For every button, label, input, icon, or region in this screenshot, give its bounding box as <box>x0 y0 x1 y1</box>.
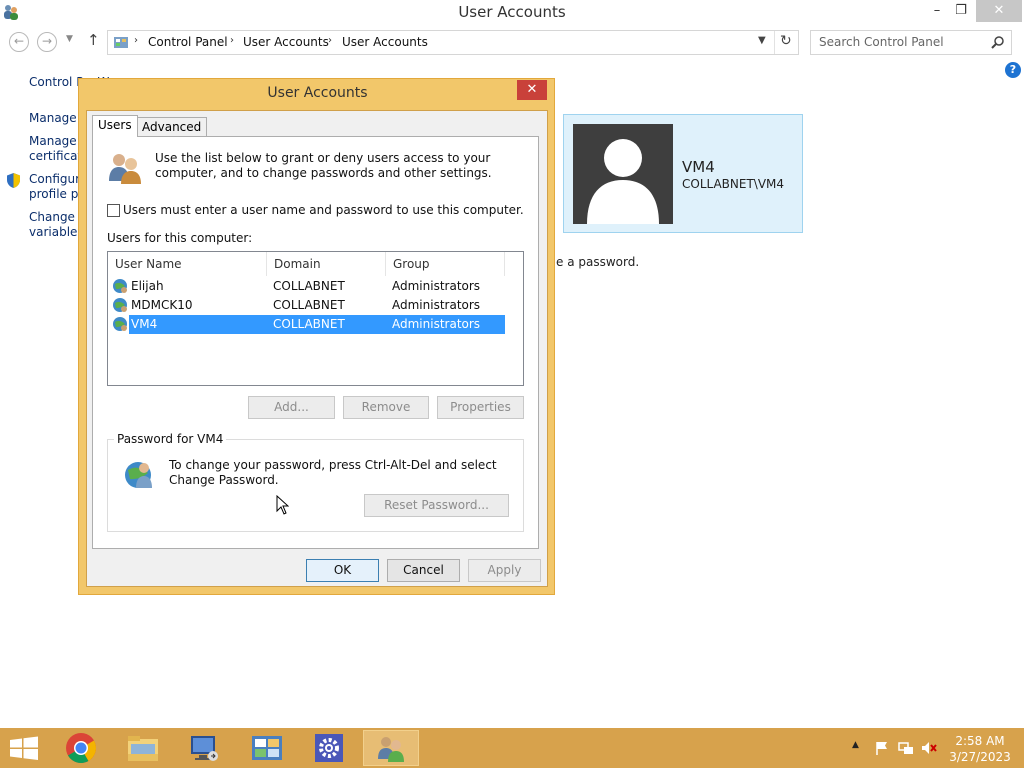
file-explorer-icon <box>128 736 158 761</box>
add-user-button[interactable]: Add... <box>248 396 335 419</box>
chrome-icon <box>66 733 97 764</box>
domain-cell: COLLABNET <box>273 317 345 331</box>
recent-locations-chevron-icon[interactable]: ▼ <box>66 34 73 44</box>
chrome-taskbar-button[interactable] <box>53 730 109 766</box>
title-bar: User Accounts – ❐ ✕ <box>0 0 1024 24</box>
link-line: Control P <box>29 75 84 89</box>
group-cell: Administrators <box>392 298 481 312</box>
user-key-icon <box>125 462 152 488</box>
tab-advanced[interactable]: Advanced <box>136 117 208 136</box>
group-cell: Administrators <box>392 279 481 293</box>
require-login-checkbox[interactable] <box>107 204 120 217</box>
network-icon[interactable] <box>898 740 914 756</box>
taskbar: ▲ 2:58 AM 3/27/2023 <box>0 728 1024 768</box>
up-arrow-icon[interactable]: ↑ <box>87 31 100 49</box>
refresh-icon[interactable]: ↻ <box>780 33 792 49</box>
column-header-domain[interactable]: Domain <box>267 252 386 276</box>
remote-desktop-taskbar-button[interactable] <box>177 730 233 766</box>
password-groupbox: Password for VM4 To change your password… <box>107 432 524 532</box>
control-panel-icon <box>114 37 128 48</box>
control-panel-icon <box>252 736 282 760</box>
show-hidden-icons-chevron-icon[interactable]: ▲ <box>852 740 859 750</box>
domain-user-icon <box>113 298 127 312</box>
shield-icon <box>7 173 20 188</box>
ok-button[interactable]: OK <box>306 559 379 582</box>
group-cell: Administrators <box>392 317 481 331</box>
windows-logo-icon <box>10 736 38 760</box>
avatar <box>573 124 673 224</box>
list-item-selected[interactable]: VM4 COLLABNET Administrators <box>108 315 506 334</box>
list-item[interactable]: Elijah COLLABNET Administrators <box>108 277 506 296</box>
dialog-body: Users Advanced Use the list below to gra… <box>86 110 548 587</box>
action-center-flag-icon[interactable] <box>874 740 890 756</box>
column-header-group[interactable]: Group <box>386 252 505 276</box>
domain-cell: COLLABNET <box>273 279 345 293</box>
volume-muted-icon[interactable] <box>921 740 937 756</box>
dialog-close-button[interactable]: ✕ <box>517 80 547 100</box>
close-button[interactable]: ✕ <box>976 0 1022 22</box>
tab-users[interactable]: Users <box>92 115 138 137</box>
search-placeholder: Search Control Panel <box>819 35 944 49</box>
profile-domain: COLLABNET\VM4 <box>682 177 785 191</box>
breadcrumb-user-accounts[interactable]: User Accounts <box>243 35 329 49</box>
clock-date[interactable]: 3/27/2023 <box>945 750 1015 764</box>
window-title: User Accounts <box>458 3 566 21</box>
users-list-label: Users for this computer: <box>107 231 253 245</box>
breadcrumb-separator-icon[interactable]: › <box>328 35 332 46</box>
breadcrumb-control-panel[interactable]: Control Panel <box>148 35 228 49</box>
apply-button[interactable]: Apply <box>468 559 541 582</box>
remove-user-button[interactable]: Remove <box>343 396 429 419</box>
user-name-cell: Elijah <box>131 279 164 293</box>
settings-icon <box>315 734 343 762</box>
breadcrumb-separator-icon: › <box>134 35 138 46</box>
domain-user-icon <box>113 279 127 293</box>
address-dropdown-icon[interactable]: ▼ <box>758 35 766 46</box>
search-input[interactable]: Search Control Panel <box>810 30 1012 55</box>
address-bar[interactable]: › Control Panel › User Accounts › User A… <box>107 30 799 55</box>
file-explorer-taskbar-button[interactable] <box>115 730 171 766</box>
domain-user-icon <box>113 317 127 331</box>
password-instructions: To change your password, press Ctrl-Alt-… <box>169 458 497 487</box>
reset-password-button[interactable]: Reset Password... <box>364 494 509 517</box>
user-silhouette-icon <box>587 139 659 224</box>
navigation-bar: ← → ▼ ↑ › Control Panel › User Accounts … <box>0 28 1024 56</box>
back-arrow-icon[interactable]: ← <box>9 32 29 52</box>
control-panel-taskbar-button[interactable] <box>239 730 295 766</box>
column-header-user-name[interactable]: User Name <box>108 252 267 276</box>
settings-taskbar-button[interactable] <box>301 730 357 766</box>
user-accounts-taskbar-button[interactable] <box>363 730 419 766</box>
start-button[interactable] <box>0 728 48 768</box>
user-accounts-dialog: User Accounts ✕ Users Advanced Use the l… <box>78 78 555 595</box>
cancel-button[interactable]: Cancel <box>387 559 460 582</box>
help-icon[interactable]: ? <box>1005 62 1021 78</box>
breadcrumb-user-accounts-current[interactable]: User Accounts <box>342 35 428 49</box>
user-name-cell: MDMCK10 <box>131 298 193 312</box>
dialog-title: User Accounts <box>267 85 368 101</box>
properties-button[interactable]: Properties <box>437 396 524 419</box>
profile-name: VM4 <box>682 158 715 176</box>
forward-arrow-icon[interactable]: → <box>37 32 57 52</box>
domain-cell: COLLABNET <box>273 298 345 312</box>
mouse-cursor-icon <box>276 495 289 515</box>
search-icon[interactable] <box>991 35 1005 49</box>
breadcrumb-separator-icon[interactable]: › <box>230 35 234 46</box>
maximize-button[interactable]: ❐ <box>946 0 976 22</box>
intro-text: Use the list below to grant or deny user… <box>155 151 492 180</box>
main-content-text: e a password. <box>556 255 640 269</box>
user-name-cell: VM4 <box>131 317 158 331</box>
list-item[interactable]: MDMCK10 COLLABNET Administrators <box>108 296 506 315</box>
users-tab-panel: Use the list below to grant or deny user… <box>92 136 539 549</box>
remote-desktop-icon <box>191 736 218 761</box>
profile-card[interactable]: VM4 COLLABNET\VM4 <box>563 114 803 233</box>
divider <box>774 31 775 54</box>
user-accounts-icon <box>378 737 404 762</box>
users-list[interactable]: User Name Domain Group Elijah COLLABNET … <box>107 251 524 386</box>
password-group-legend: Password for VM4 <box>114 432 227 446</box>
clock-time[interactable]: 2:58 AM <box>945 734 1015 748</box>
require-login-label[interactable]: Users must enter a user name and passwor… <box>123 203 524 217</box>
users-icon <box>109 154 141 184</box>
